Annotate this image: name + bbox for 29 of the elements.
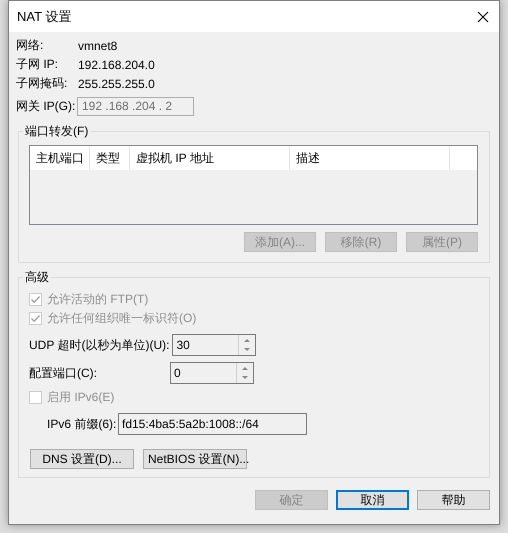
prefix-field[interactable]: fd15:4ba5:5a2b:1008::/64 bbox=[118, 413, 307, 435]
column-header[interactable]: 主机端口 bbox=[30, 146, 90, 170]
checkbox-label: 启用 IPv6(E) bbox=[47, 389, 114, 406]
column-header[interactable]: 虚拟机 IP 地址 bbox=[130, 146, 290, 170]
button[interactable]: 取消 bbox=[336, 490, 409, 510]
field-value: vmnet8 bbox=[78, 38, 118, 52]
field-label: 网络: bbox=[16, 37, 44, 54]
checkbox-label: 允许活动的 FTP(T) bbox=[47, 291, 148, 308]
checkbox-label: 允许任何组织唯一标识符(O) bbox=[47, 310, 196, 327]
column-header[interactable]: 类型 bbox=[90, 146, 130, 170]
field-value: 255.255.255.0 bbox=[78, 76, 155, 90]
field-label: 子网掩码: bbox=[16, 75, 68, 92]
field-label: UDP 超时(以秒为单位)(U): bbox=[29, 336, 170, 354]
group-title: 端口转发(F) bbox=[24, 123, 90, 140]
field-value: 192.168.204.0 bbox=[78, 58, 155, 72]
close-icon[interactable] bbox=[477, 10, 489, 22]
column-header[interactable]: 描述 bbox=[290, 146, 450, 170]
spin-field[interactable]: 30 bbox=[172, 334, 256, 356]
spin-field[interactable]: 0 bbox=[170, 362, 254, 384]
field-label: 网关 IP(G): bbox=[16, 98, 76, 114]
window-title: NAT 设置 bbox=[17, 8, 72, 26]
field-label: 配置端口(C): bbox=[29, 364, 98, 382]
group-title: 高级 bbox=[24, 269, 50, 286]
list-view[interactable]: 主机端口 类型 虚拟机 IP 地址 描述 bbox=[29, 145, 478, 225]
button[interactable]: NetBIOS 设置(N)... bbox=[143, 449, 247, 469]
button[interactable]: DNS 设置(D)... bbox=[30, 449, 134, 469]
field-label: IPv6 前缀(6): bbox=[47, 416, 118, 432]
field-label: 子网 IP: bbox=[16, 56, 60, 73]
button[interactable]: 帮助 bbox=[417, 490, 490, 510]
